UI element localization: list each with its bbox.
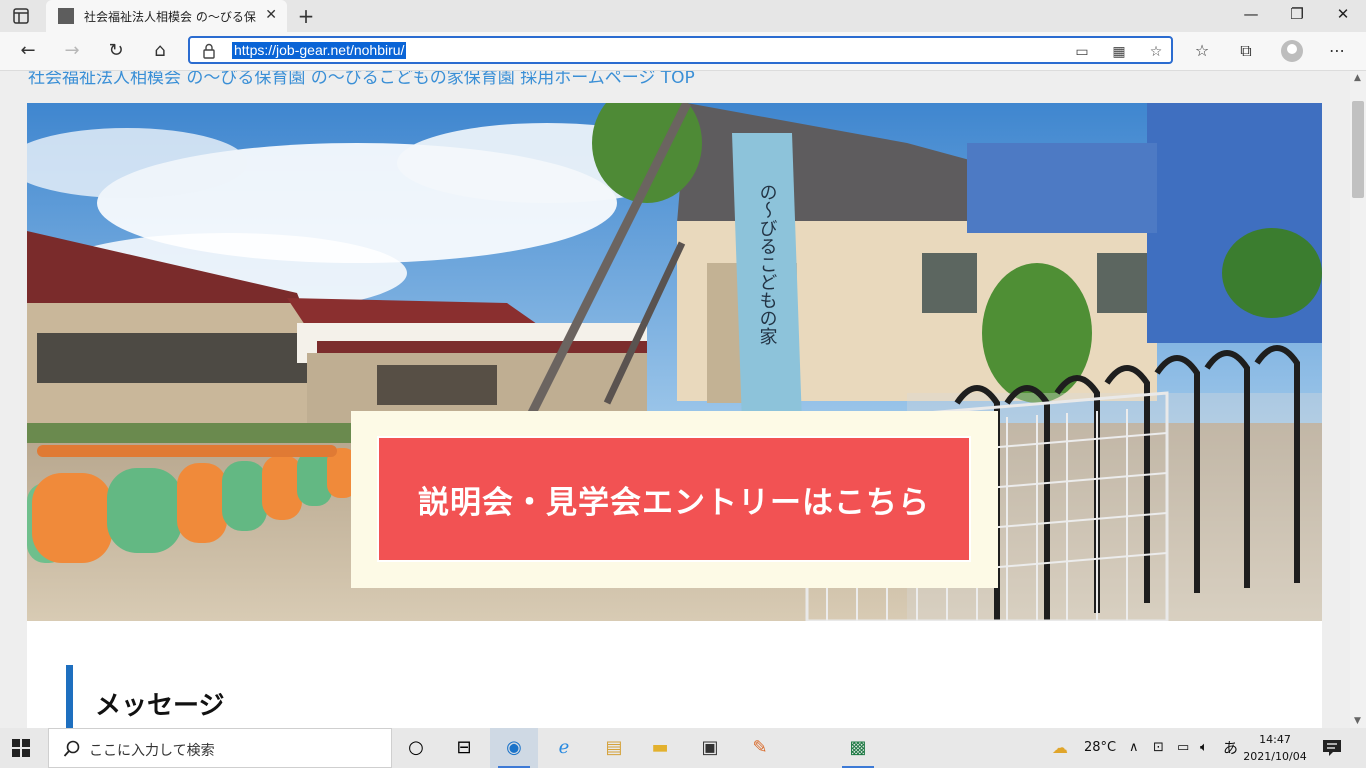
read-aloud-icon[interactable]: ▭ [1073, 43, 1091, 61]
paint-icon[interactable]: ✎ [736, 728, 784, 768]
taskbar-search-box[interactable]: ここに入力して検索 [48, 728, 392, 768]
edge-icon[interactable]: ◉ [490, 728, 538, 768]
cortana-icon[interactable]: ○ [392, 728, 440, 768]
cta-frame: 説明会・見学会エントリーはこちら [351, 411, 998, 588]
sign-text: の〜びるこどもの家 [757, 183, 778, 345]
search-icon [63, 740, 80, 757]
scrollbar-thumb[interactable] [1352, 101, 1364, 198]
add-favorite-icon[interactable]: ☆ [1147, 43, 1165, 61]
page-content: メッセージ [27, 621, 1322, 728]
favorites-icon[interactable]: ☆ [1191, 40, 1213, 62]
forward-icon[interactable]: → [60, 39, 84, 63]
close-window-button[interactable]: ✕ [1320, 5, 1366, 23]
search-placeholder: ここに入力して検索 [89, 743, 215, 759]
taskbar-clock[interactable]: 14:47 2021/10/04 [1240, 731, 1310, 765]
apps-icon[interactable]: ▦ [1110, 43, 1128, 61]
browser-navbar: ← → ↻ ⌂ https://job-gear.net/nohbiru/ ▭ … [0, 32, 1366, 71]
section-title-message: メッセージ [95, 691, 225, 721]
weather-temp[interactable]: 28°C [1084, 728, 1116, 768]
page-favicon-icon [58, 8, 74, 24]
maximize-button[interactable]: ❐ [1274, 5, 1320, 23]
ime-indicator[interactable]: あ [1223, 728, 1238, 768]
ie-icon[interactable]: ℯ [540, 728, 588, 768]
scroll-up-icon[interactable]: ▲ [1354, 73, 1361, 83]
minimize-button[interactable]: — [1228, 5, 1274, 23]
tab-actions-icon[interactable] [12, 7, 30, 25]
browser-tab-active[interactable]: 社会福祉法人相模会 の〜びる保育 ✕ [46, 0, 287, 32]
excel-icon[interactable]: ▩ [834, 728, 882, 768]
lock-icon[interactable] [202, 43, 216, 59]
clock-time: 14:47 [1259, 733, 1291, 746]
store-icon[interactable]: ▣ [686, 728, 734, 768]
collections-icon[interactable]: ⧉ [1235, 40, 1257, 62]
url-text[interactable]: https://job-gear.net/nohbiru/ [232, 42, 407, 59]
battery-icon[interactable]: ▭ [1177, 728, 1189, 768]
task-view-icon[interactable]: ⊟ [440, 728, 488, 768]
network-icon[interactable]: ⊡ [1153, 728, 1164, 768]
refresh-icon[interactable]: ↻ [104, 39, 128, 63]
back-icon[interactable]: ← [16, 39, 40, 63]
explorer-icon[interactable]: ▤ [590, 728, 638, 768]
hero-image: の〜びるこどもの家 説明会・見学会エントリーはこちら [27, 103, 1322, 621]
scroll-down-icon[interactable]: ▼ [1354, 716, 1361, 726]
tray-chevron-icon[interactable]: ∧ [1129, 728, 1139, 768]
entry-cta-button[interactable]: 説明会・見学会エントリーはこちら [377, 436, 971, 562]
new-tab-button[interactable]: + [296, 4, 316, 28]
windows-taskbar: ここに入力して検索 ○ ⊟ ◉ ℯ ▤ ▬ ▣ ✎ ▩ ☁ 28°C ∧ ⊡ ▭… [0, 728, 1366, 768]
weather-icon[interactable]: ☁ [1052, 728, 1068, 768]
tab-title: 社会福祉法人相模会 の〜びる保育 [84, 10, 256, 24]
windows-start-icon[interactable] [12, 739, 30, 757]
home-icon[interactable]: ⌂ [148, 39, 172, 63]
notification-icon[interactable] [1322, 739, 1342, 757]
tab-close-icon[interactable]: ✕ [265, 7, 277, 23]
top-page-link[interactable]: 社会福祉法人相模会 の〜びる保育園 の〜びるこどもの家保育園 採用ホームページ … [28, 71, 695, 88]
entry-cta-label: 説明会・見学会エントリーはこちら [418, 484, 930, 521]
browser-titlebar: 社会福祉法人相模会 の〜びる保育 ✕ + — ❐ ✕ [0, 0, 1366, 32]
profile-icon[interactable] [1281, 40, 1303, 62]
folder-icon[interactable]: ▬ [636, 728, 684, 768]
address-bar[interactable]: https://job-gear.net/nohbiru/ ▭ ▦ ☆ [188, 36, 1173, 64]
page-viewport: 社会福祉法人相模会 の〜びる保育園 の〜びるこどもの家保育園 採用ホームページ … [0, 71, 1366, 728]
clock-date: 2021/10/04 [1243, 750, 1307, 763]
section-accent-bar [66, 665, 73, 728]
volume-icon[interactable]: 🔈︎ [1200, 728, 1208, 768]
page-scrollbar[interactable]: ▲ ▼ [1350, 71, 1366, 728]
more-icon[interactable]: ⋯ [1326, 40, 1348, 62]
